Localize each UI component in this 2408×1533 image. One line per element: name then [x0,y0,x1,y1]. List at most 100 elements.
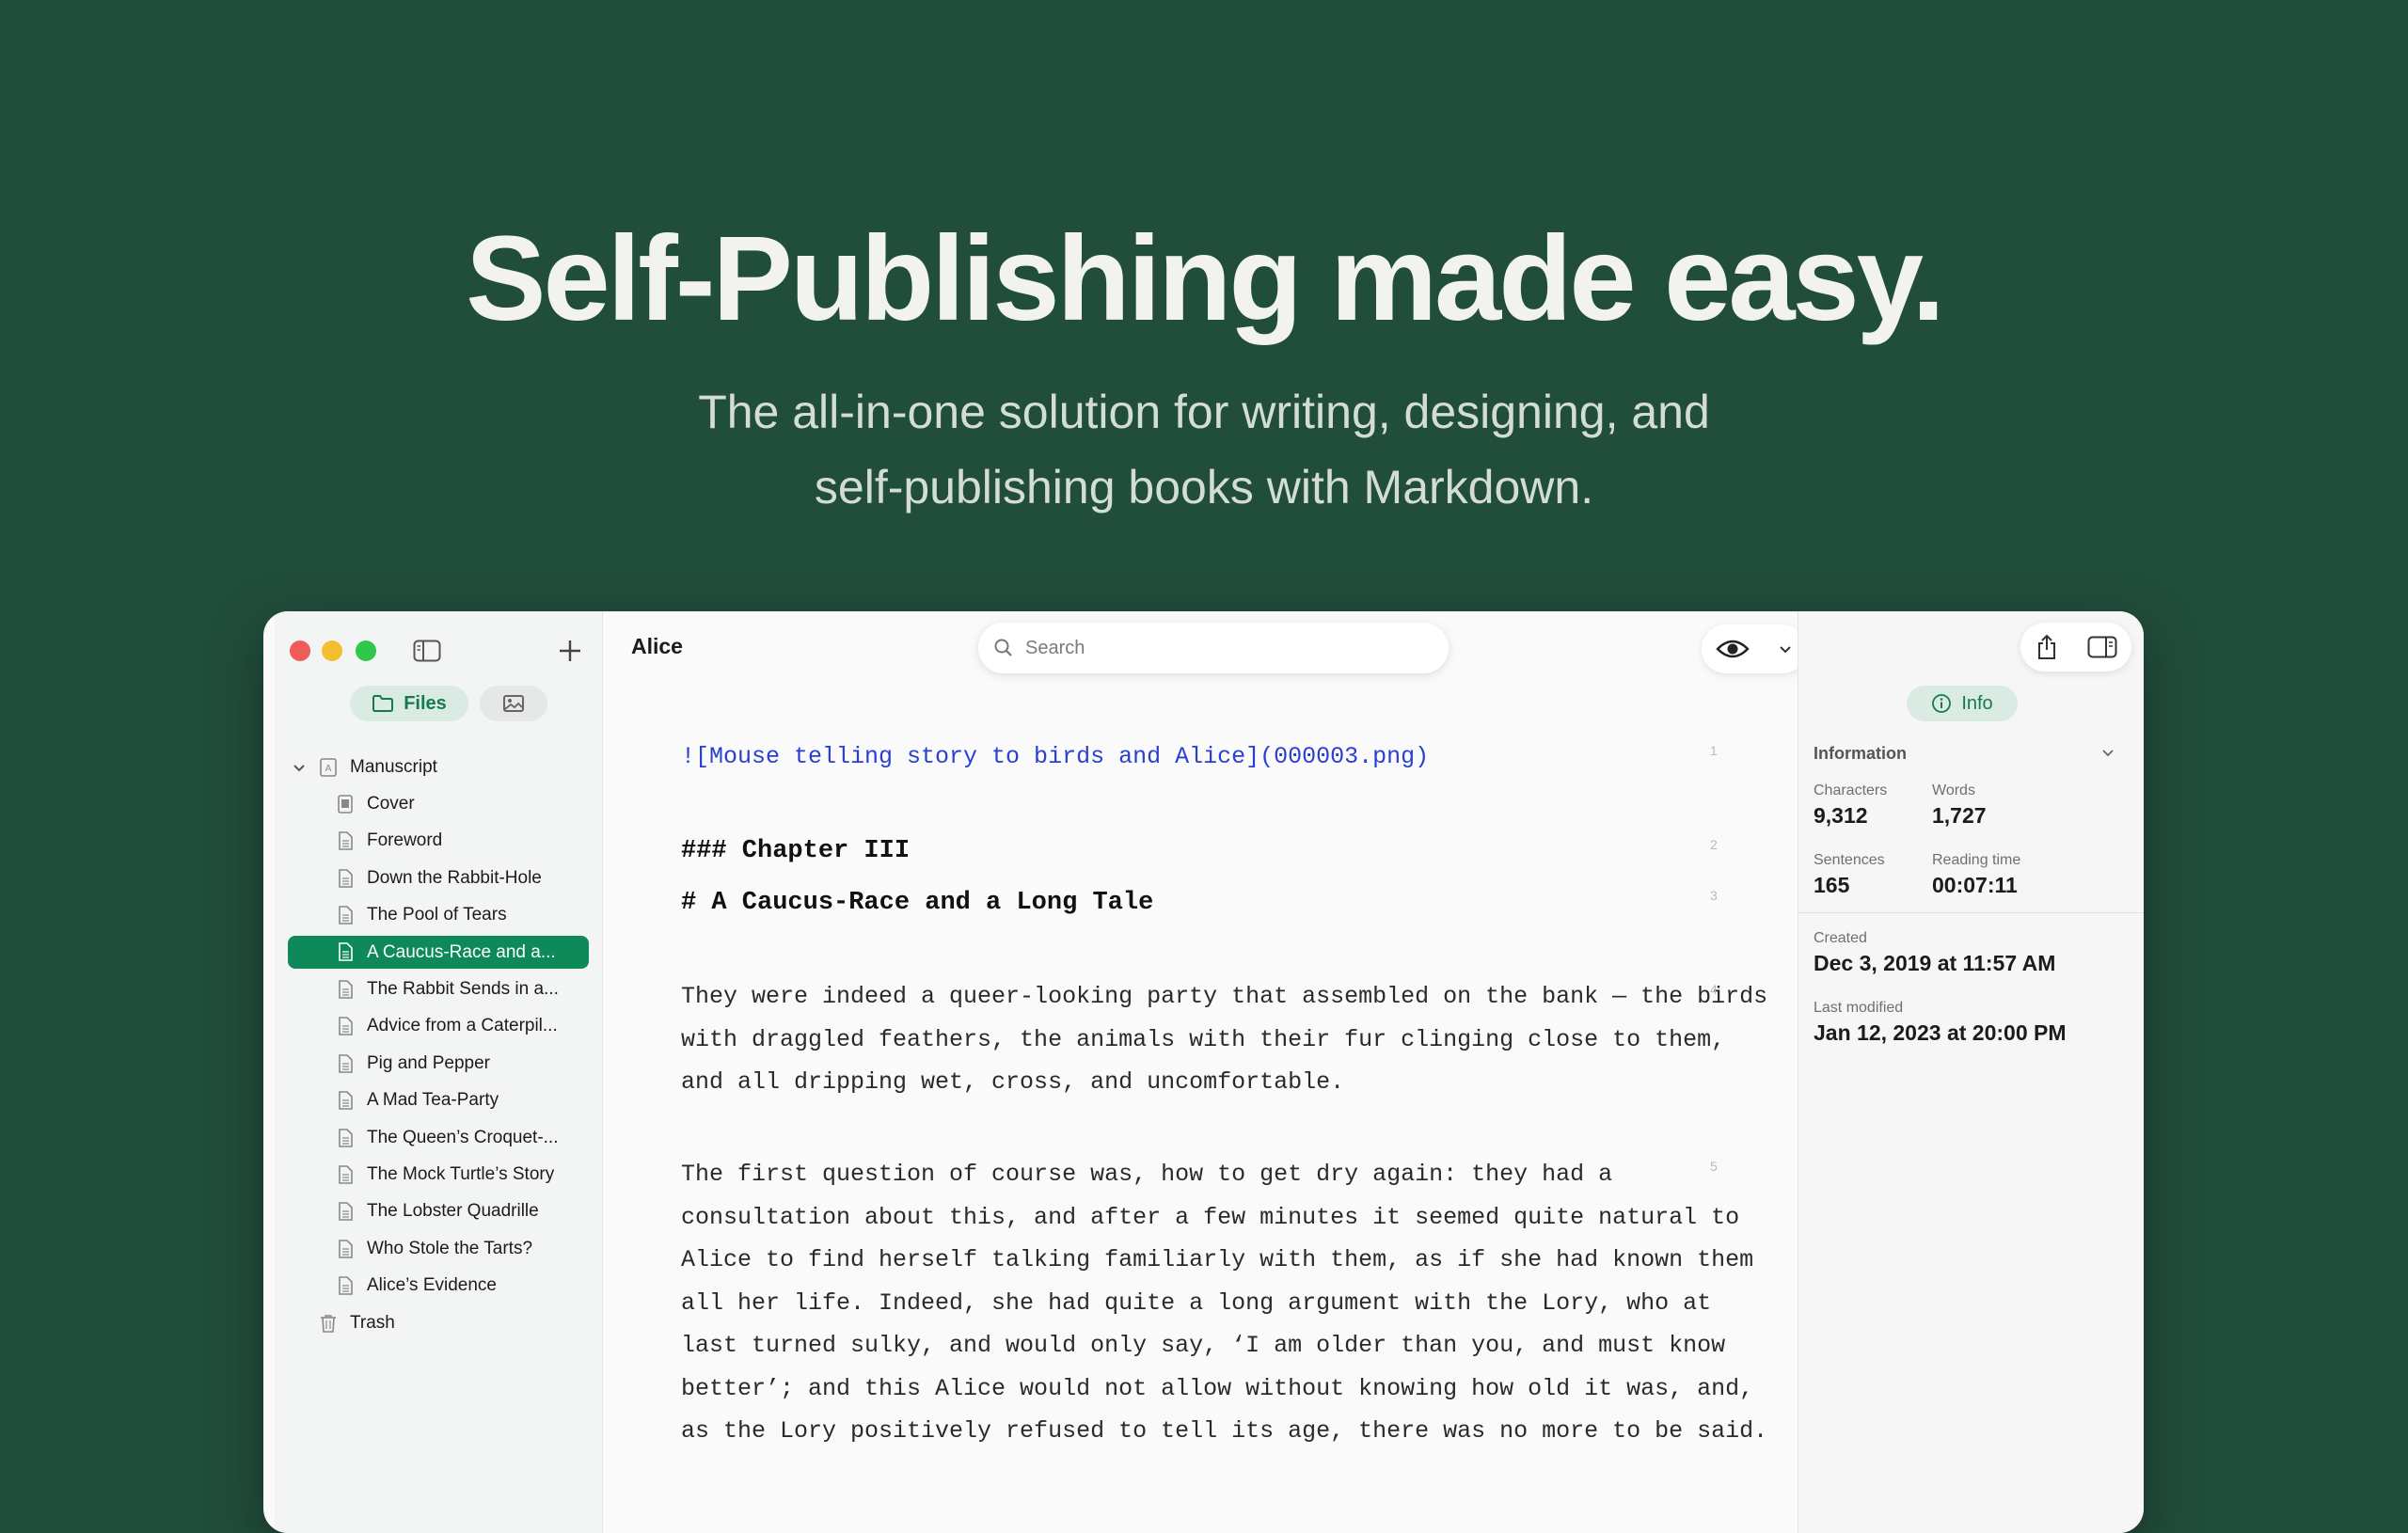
document-icon [339,980,353,999]
paragraph-line: last turned sulky, and would only say, ‘… [681,1332,1726,1359]
tree-item-rabbit-sends[interactable]: The Rabbit Sends in a... [275,971,602,1007]
tree-item-label: A Caucus-Race and a... [367,941,556,962]
trash-icon [321,1314,336,1333]
minimize-window-button[interactable] [322,640,342,661]
book-icon: A [320,757,337,777]
chevron-down-icon[interactable] [1777,640,1794,657]
tree-item-label: Down the Rabbit-Hole [367,867,542,888]
eye-icon[interactable] [1715,638,1750,660]
files-tab-label: Files [404,692,447,714]
tree-item-label: Advice from a Caterpil... [367,1016,558,1036]
images-tab[interactable] [480,686,547,721]
search-input[interactable] [1023,636,1422,660]
info-tab-label: Info [1961,692,1993,714]
document-icon [339,1165,353,1184]
tree-item-queens-croquet[interactable]: The Queen’s Croquet-... [275,1119,602,1156]
line-number: 1 [1710,743,1718,758]
tree-item-label: The Mock Turtle’s Story [367,1163,555,1184]
files-tab[interactable]: Files [350,686,468,721]
tree-item-label: Foreword [367,830,443,851]
paragraph-line: They were indeed a queer-looking party t… [681,983,1768,1010]
app-window: Files A Manuscript Cover Foreword Down t… [263,611,2144,1533]
tree-item-label: Cover [367,794,415,814]
inspector-toggle-icon[interactable] [2087,636,2117,658]
search-icon [994,639,1012,656]
tree-item-alices-evidence[interactable]: Alice’s Evidence [275,1267,602,1304]
tree-item-trash[interactable]: Trash [275,1304,602,1341]
title-heading-line[interactable]: # A Caucus-Race and a Long Tale [681,889,1153,917]
characters-value: 9,312 [1814,803,1868,828]
divider [1798,912,2144,913]
info-icon [1932,694,1952,713]
reading-time-label: Reading time [1932,852,2021,868]
close-window-button[interactable] [290,640,310,661]
info-tab[interactable]: Info [1907,686,2018,721]
created-label: Created [1814,930,1867,946]
tree-item-label: The Pool of Tears [367,905,507,925]
sidebar-toggle-button[interactable] [412,638,442,664]
folder-icon [372,695,394,712]
line-number: 2 [1710,837,1718,852]
document-icon [339,869,353,888]
characters-label: Characters [1814,782,1888,798]
tree-item-lobster-quadrille[interactable]: The Lobster Quadrille [275,1193,602,1230]
last-modified-value: Jan 12, 2023 at 20:00 PM [1814,1020,2067,1045]
document-title: Alice [631,634,683,658]
tree-item-cover[interactable]: Cover [275,785,602,822]
tree-item-mad-tea-party[interactable]: A Mad Tea-Party [275,1083,602,1119]
line-number: 5 [1710,1159,1718,1174]
tree-item-label: Trash [350,1312,395,1333]
add-item-button[interactable] [555,636,585,666]
hero-subtitle-line-1: The all-in-one solution for writing, des… [698,386,1710,438]
information-section-title: Information [1814,744,1907,763]
document-icon [339,1091,353,1111]
chevron-down-icon[interactable] [2099,745,2116,762]
document-icon [339,1202,353,1222]
paragraph-line: and all dripping wet, cross, and uncomfo… [681,1068,1345,1096]
tree-item-advice-caterpillar[interactable]: Advice from a Caterpil... [275,1008,602,1045]
file-tree: A Manuscript Cover Foreword Down the Rab… [275,749,602,1341]
cover-icon [338,795,353,814]
tree-item-pool-of-tears[interactable]: The Pool of Tears [275,897,602,934]
paragraph-line: as the Lory positively refused to tell i… [681,1417,1768,1445]
document-icon [339,1017,353,1036]
chevron-down-icon[interactable] [292,760,307,775]
tree-item-mock-turtle[interactable]: The Mock Turtle’s Story [275,1156,602,1193]
tree-item-who-stole-tarts[interactable]: Who Stole the Tarts? [275,1230,602,1267]
toolbar-right-group [2020,623,2131,672]
preview-control[interactable] [1702,624,1807,673]
sidebar-toggle-icon [413,640,441,662]
search-field[interactable] [978,623,1449,673]
tree-item-caucus-race[interactable]: A Caucus-Race and a... [288,934,589,971]
line-number: 4 [1710,982,1718,997]
tree-item-label: Manuscript [350,756,437,777]
share-icon[interactable] [2036,634,2058,660]
sentences-value: 165 [1814,873,1850,897]
paragraph-2[interactable]: The first question of course was, how to… [681,1153,1768,1453]
tree-item-foreword[interactable]: Foreword [275,823,602,860]
document-icon [339,942,353,961]
document-icon [339,831,353,851]
image-link-line[interactable]: ![Mouse telling story to birds and Alice… [681,743,1429,770]
paragraph-line: consultation about this, and after a few… [681,1203,1740,1231]
last-modified-label: Last modified [1814,1000,1904,1016]
tree-item-label: Pig and Pepper [367,1052,490,1073]
tree-item-label: A Mad Tea-Party [367,1090,499,1111]
words-label: Words [1932,782,1975,798]
document-icon [339,1054,353,1073]
hero-title: Self-Publishing made easy. [466,212,1945,346]
paragraph-1[interactable]: They were indeed a queer-looking party t… [681,975,1768,1104]
document-icon [339,1128,353,1147]
paragraph-line: all her life. Indeed, she had quite a lo… [681,1288,1712,1317]
paragraph-line: The first question of course was, how to… [681,1161,1613,1188]
document-icon [339,1239,353,1258]
tree-item-manuscript[interactable]: A Manuscript [275,749,602,785]
document-icon [339,1276,353,1295]
zoom-window-button[interactable] [356,640,376,661]
paragraph-line: with draggled feathers, the animals with… [681,1025,1726,1053]
tree-item-down-the-rabbit-hole[interactable]: Down the Rabbit-Hole [275,860,602,896]
paragraph-line: Alice to find herself talking familiarly… [681,1246,1754,1273]
chapter-heading-line[interactable]: ### Chapter III [681,837,910,865]
document-icon [339,906,353,925]
tree-item-pig-and-pepper[interactable]: Pig and Pepper [275,1045,602,1082]
